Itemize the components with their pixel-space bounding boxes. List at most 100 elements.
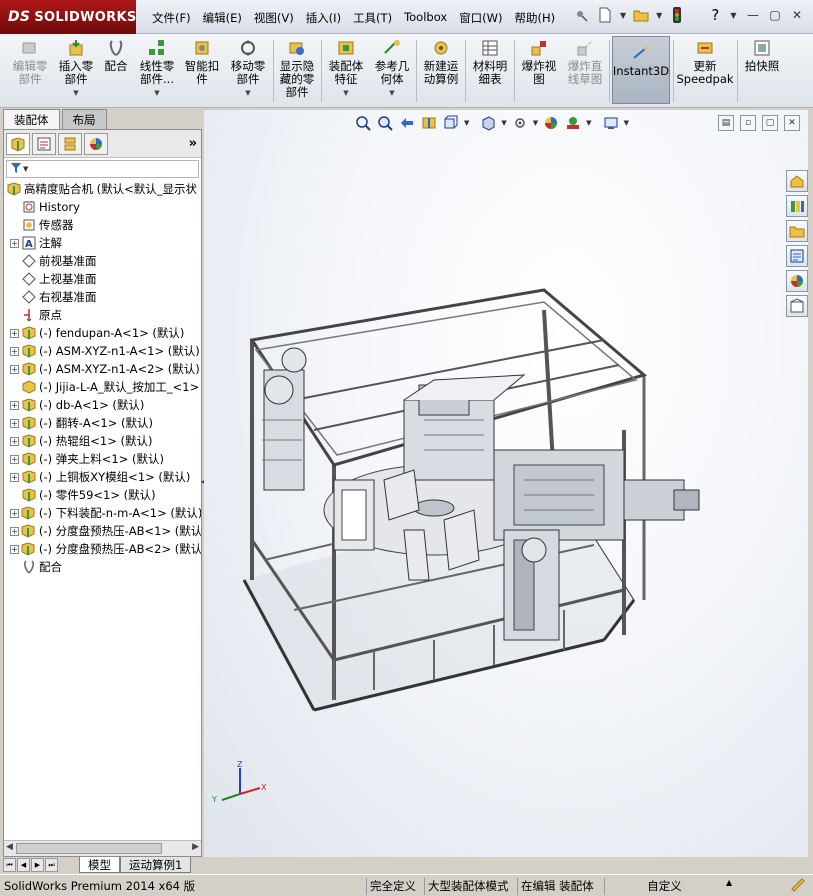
menu-toolbox[interactable]: Toolbox [398,8,453,28]
view-palette-icon[interactable] [786,245,808,267]
menu-tools[interactable]: 工具(T) [347,8,398,28]
linear-pattern-button[interactable]: 线性零 部件... ▼ [136,38,178,104]
tab-prev-arrow-icon[interactable]: ◀ [17,858,30,872]
linear-pattern-dropdown-arrow[interactable]: ▼ [154,87,159,100]
feature-manager-tree-tab-icon[interactable] [6,132,30,155]
menu-window[interactable]: 窗口(W) [453,8,508,28]
hide-show-dropdown-arrow[interactable]: ▼ [533,119,538,127]
scrollbar-thumb[interactable] [16,843,162,854]
instant3d-button[interactable]: Instant3D [612,36,670,104]
view-orientation-dropdown-arrow[interactable]: ▼ [464,119,469,127]
tree-node[interactable]: + (-) ASM-XYZ-n1-A<2> (默认) [4,360,201,378]
apply-scene-icon[interactable] [564,114,582,132]
appearances-scenes-icon[interactable] [786,270,808,292]
scroll-right-arrow-icon[interactable]: ▶ [192,842,199,852]
menu-file[interactable]: 文件(F) [146,8,197,28]
tab-layout[interactable]: 布局 [61,109,107,129]
scroll-left-arrow-icon[interactable]: ◀ [6,842,13,852]
tree-node[interactable]: 右视基准面 [4,288,201,306]
open-folder-icon[interactable] [632,6,650,24]
view-settings-dropdown-arrow[interactable]: ▼ [624,119,629,127]
move-component-button[interactable]: 移动零 部件 ▼ [226,38,270,104]
expand-toggle-icon[interactable]: + [10,328,19,338]
display-manager-tab-icon[interactable] [84,132,108,155]
section-view-icon[interactable] [420,114,438,132]
rebuild-status-icon[interactable] [790,877,806,896]
solidworks-resources-icon[interactable] [786,170,808,192]
tab-next-arrow-icon[interactable]: ▶ [31,858,44,872]
expand-toggle-icon[interactable]: + [10,418,19,428]
close-icon[interactable]: ✕ [787,6,807,24]
update-speedpak-button[interactable]: 更新 Speedpak [676,38,734,104]
viewport-layout-icon[interactable]: ▤ [718,115,734,131]
assembly-feature-dropdown-arrow[interactable]: ▼ [343,87,348,100]
expand-toggle-icon[interactable]: + [10,508,19,518]
edit-component-button[interactable]: 编辑零 部件 [8,38,52,104]
tree-node[interactable]: + (-) 分度盘预热压-AB<1> (默认 [4,522,201,540]
traffic-light-icon[interactable] [668,6,686,24]
zoom-to-area-icon[interactable] [376,114,394,132]
expand-toggle-icon[interactable]: + [10,472,19,482]
expand-toggle-icon[interactable]: + [10,526,19,536]
feature-tree-horizontal-scrollbar[interactable]: ◀ ▶ [4,840,201,856]
assembly-feature-button[interactable]: 装配体 特征 ▼ [324,38,368,104]
tree-node[interactable]: + (-) 翻转-A<1> (默认) [4,414,201,432]
tree-node[interactable]: (-) Jijia-L-A_默认_按加工_<1> [4,378,201,396]
graphics-area[interactable]: ▼ ▼ ▼ ▼ ▼ ▤ ▫ ▢ ✕ Z Y X [204,110,808,857]
expand-toggle-icon[interactable]: + [10,364,19,374]
move-component-dropdown-arrow[interactable]: ▼ [245,87,250,100]
reference-geometry-button[interactable]: 参考几 何体 ▼ [370,38,414,104]
help-dropdown-arrow[interactable]: ▼ [730,11,736,20]
expand-toggle-icon[interactable]: + [10,400,19,410]
custom-properties-icon[interactable] [786,295,808,317]
tree-node[interactable]: + A 注解 [4,234,201,252]
tree-node[interactable]: + (-) ASM-XYZ-n1-A<1> (默认) [4,342,201,360]
menu-edit[interactable]: 编辑(E) [197,8,248,28]
apply-scene-dropdown-arrow[interactable]: ▼ [586,119,591,127]
tree-node[interactable]: 原点 [4,306,201,324]
configuration-manager-tab-icon[interactable] [58,132,82,155]
tree-node[interactable]: + (-) 下料装配-n-m-A<1> (默认) [4,504,201,522]
open-dropdown-arrow[interactable]: ▼ [656,11,662,20]
new-document-icon[interactable] [596,6,614,24]
tree-node[interactable]: + (-) 分度盘预热压-AB<2> (默认 [4,540,201,558]
explode-line-sketch-button[interactable]: 爆炸直 线草图 [563,38,607,104]
tree-node[interactable]: 传感器 [4,216,201,234]
filter-dropdown-arrow[interactable]: ▼ [23,165,28,173]
edit-appearance-icon[interactable] [542,114,560,132]
menu-help[interactable]: 帮助(H) [509,8,562,28]
tree-node[interactable]: 上视基准面 [4,270,201,288]
tab-first-arrow-icon[interactable]: ⏮ [3,858,16,872]
property-manager-tab-icon[interactable] [32,132,56,155]
tree-node[interactable]: + (-) 上铜板XY模组<1> (默认) [4,468,201,486]
tab-last-arrow-icon[interactable]: ⏭ [45,858,58,872]
status-units[interactable]: 自定义 [604,878,724,895]
expand-toggle-icon[interactable]: + [10,544,19,554]
expand-toggle-icon[interactable]: + [10,238,19,248]
menu-view[interactable]: 视图(V) [248,8,300,28]
tree-node[interactable]: + (-) db-A<1> (默认) [4,396,201,414]
minimize-icon[interactable]: — [743,6,763,24]
tree-node[interactable]: History [4,198,201,216]
tab-assembly[interactable]: 装配体 [3,109,60,129]
expand-panel-icon[interactable]: » [189,136,197,151]
expand-toggle-icon[interactable]: + [10,436,19,446]
tree-root-assembly[interactable]: 高精度贴合机 (默认<默认_显示状 [4,180,201,198]
show-hidden-button[interactable]: 显示隐 藏的零 部件 [276,38,318,104]
new-motion-study-button[interactable]: 新建运 动算例 [419,38,463,104]
tree-node[interactable]: (-) 零件59<1> (默认) [4,486,201,504]
units-dropdown-arrow[interactable]: ▲ [726,878,732,887]
view-settings-icon[interactable] [602,114,620,132]
restore-icon[interactable]: ▢ [765,6,785,24]
viewport-maximize-icon[interactable]: ▢ [762,115,778,131]
bom-button[interactable]: 材料明 细表 [468,38,512,104]
solidworks-logo[interactable]: DS SOLIDWORKS [0,0,136,34]
tree-node[interactable]: + (-) fendupan-A<1> (默认) [4,324,201,342]
tree-node[interactable]: + (-) 弹夹上料<1> (默认) [4,450,201,468]
pin-icon[interactable] [572,6,590,24]
tab-motion-study-1[interactable]: 运动算例1 [120,857,192,873]
insert-component-button[interactable]: 插入零 部件 ▼ [54,38,98,104]
tree-node[interactable]: 前视基准面 [4,252,201,270]
hide-show-items-icon[interactable] [511,114,529,132]
zoom-to-fit-icon[interactable] [354,114,372,132]
